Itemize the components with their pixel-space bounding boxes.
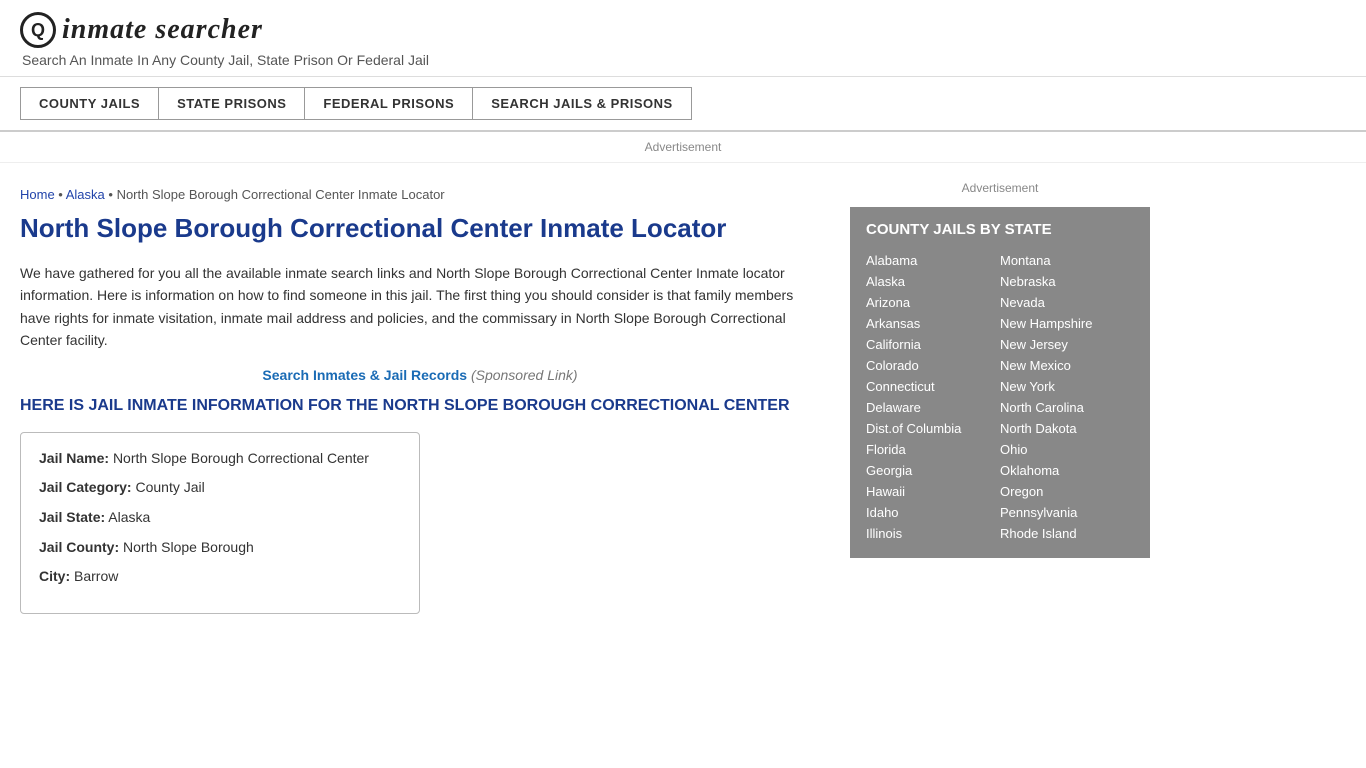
jail-state-label: Jail State: [39,509,105,525]
state-link-arizona[interactable]: Arizona [866,292,1000,313]
state-link-north-carolina[interactable]: North Carolina [1000,397,1134,418]
state-link-hawaii[interactable]: Hawaii [866,481,1000,502]
state-box-title: COUNTY JAILS BY STATE [866,221,1134,238]
sidebar-ad: Advertisement [850,173,1150,207]
jail-category-value: County Jail [135,479,204,495]
state-link-california[interactable]: California [866,334,1000,355]
state-link-oklahoma[interactable]: Oklahoma [1000,460,1134,481]
nav: COUNTY JAILS STATE PRISONS FEDERAL PRISO… [0,77,1366,132]
state-box: COUNTY JAILS BY STATE AlabamaAlaskaArizo… [850,207,1150,558]
state-link-new-jersey[interactable]: New Jersey [1000,334,1134,355]
section-heading: HERE IS JAIL INMATE INFORMATION FOR THE … [20,395,820,417]
logo-text: inmate searcher [62,14,263,46]
nav-buttons: COUNTY JAILS STATE PRISONS FEDERAL PRISO… [20,87,1346,120]
state-link-oregon[interactable]: Oregon [1000,481,1134,502]
breadcrumb-current: North Slope Borough Correctional Center … [117,187,445,202]
jail-county-value: North Slope Borough [123,539,254,555]
jail-state-row: Jail State: Alaska [39,508,401,528]
main-content: Home • Alaska • North Slope Borough Corr… [20,163,840,634]
state-col2: MontanaNebraskaNevadaNew HampshireNew Je… [1000,250,1134,544]
ad-banner: Advertisement [0,132,1366,163]
state-link-alaska[interactable]: Alaska [866,271,1000,292]
state-link-pennsylvania[interactable]: Pennsylvania [1000,502,1134,523]
state-link-georgia[interactable]: Georgia [866,460,1000,481]
state-link-new-york[interactable]: New York [1000,376,1134,397]
state-link-florida[interactable]: Florida [866,439,1000,460]
state-link-montana[interactable]: Montana [1000,250,1134,271]
state-link-nebraska[interactable]: Nebraska [1000,271,1134,292]
nav-county-jails-button[interactable]: COUNTY JAILS [20,87,159,120]
logo-area: Q inmate searcher [20,12,1346,48]
page-title: North Slope Borough Correctional Center … [20,212,820,246]
state-link-illinois[interactable]: Illinois [866,523,1000,544]
state-link-connecticut[interactable]: Connecticut [866,376,1000,397]
tagline: Search An Inmate In Any County Jail, Sta… [22,52,1346,68]
state-col1: AlabamaAlaskaArizonaArkansasCaliforniaCo… [866,250,1000,544]
jail-name-label: Jail Name: [39,450,109,466]
jail-name-value: North Slope Borough Correctional Center [113,450,369,466]
logo-icon: Q [20,12,56,48]
sponsored-link: Search Inmates & Jail Records (Sponsored… [20,367,820,383]
sidebar: Advertisement COUNTY JAILS BY STATE Alab… [840,163,1150,634]
sponsored-link-anchor[interactable]: Search Inmates & Jail Records [262,367,467,383]
state-grid: AlabamaAlaskaArizonaArkansasCaliforniaCo… [866,250,1134,544]
body-text: We have gathered for you all the availab… [20,262,820,352]
breadcrumb-sep1: • [55,187,66,202]
nav-search-jails-button[interactable]: SEARCH JAILS & PRISONS [473,87,691,120]
jail-county-label: Jail County: [39,539,119,555]
jail-name-row: Jail Name: North Slope Borough Correctio… [39,449,401,469]
breadcrumb-alaska-link[interactable]: Alaska [66,187,105,202]
state-link-alabama[interactable]: Alabama [866,250,1000,271]
state-link-nevada[interactable]: Nevada [1000,292,1134,313]
jail-category-label: Jail Category: [39,479,132,495]
jail-info-box: Jail Name: North Slope Borough Correctio… [20,432,420,614]
header: Q inmate searcher Search An Inmate In An… [0,0,1366,77]
nav-state-prisons-button[interactable]: STATE PRISONS [159,87,305,120]
breadcrumb-home-link[interactable]: Home [20,187,55,202]
jail-county-row: Jail County: North Slope Borough [39,538,401,558]
state-link-ohio[interactable]: Ohio [1000,439,1134,460]
state-link-arkansas[interactable]: Arkansas [866,313,1000,334]
jail-city-value: Barrow [74,568,118,584]
jail-city-label: City: [39,568,70,584]
state-link-colorado[interactable]: Colorado [866,355,1000,376]
state-link-delaware[interactable]: Delaware [866,397,1000,418]
jail-category-row: Jail Category: County Jail [39,478,401,498]
breadcrumb: Home • Alaska • North Slope Borough Corr… [20,173,820,212]
jail-state-value: Alaska [108,509,150,525]
state-link-idaho[interactable]: Idaho [866,502,1000,523]
nav-federal-prisons-button[interactable]: FEDERAL PRISONS [305,87,473,120]
state-link-new-mexico[interactable]: New Mexico [1000,355,1134,376]
sponsored-suffix: (Sponsored Link) [467,367,578,383]
jail-city-row: City: Barrow [39,567,401,587]
state-link-dist.of-columbia[interactable]: Dist.of Columbia [866,418,1000,439]
state-link-new-hampshire[interactable]: New Hampshire [1000,313,1134,334]
breadcrumb-sep2: • [105,187,117,202]
content-area: Home • Alaska • North Slope Borough Corr… [0,163,1366,634]
state-link-north-dakota[interactable]: North Dakota [1000,418,1134,439]
state-link-rhode-island[interactable]: Rhode Island [1000,523,1134,544]
